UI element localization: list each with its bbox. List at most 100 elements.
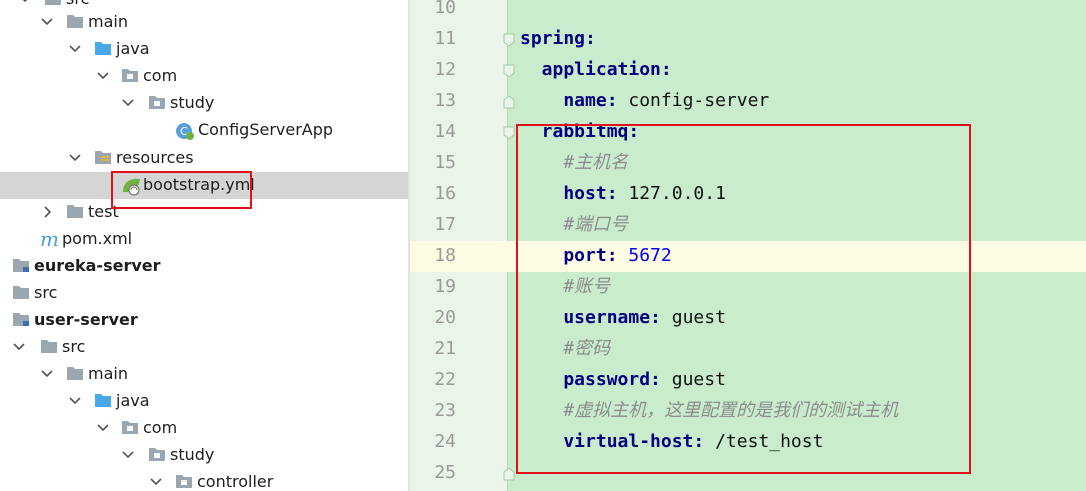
package-icon bbox=[121, 419, 139, 437]
tree-item-label: main bbox=[88, 12, 128, 31]
chevron-down-icon[interactable] bbox=[68, 392, 82, 410]
tree-item-src[interactable]: src bbox=[0, 334, 408, 361]
code-line-10[interactable]: 10 bbox=[410, 0, 1086, 24]
tree-item-main[interactable]: main bbox=[0, 361, 408, 388]
code-line-12[interactable]: 12 application: bbox=[410, 55, 1086, 86]
project-tree: srcmainjavacomstudyCConfigServerAppresou… bbox=[0, 0, 408, 491]
code-text: name: config-server bbox=[520, 89, 769, 113]
folder-icon bbox=[40, 338, 58, 356]
yaml-key: : bbox=[585, 28, 596, 49]
yaml-key: name bbox=[520, 90, 607, 111]
package-icon bbox=[121, 67, 139, 85]
fold-marker-icon[interactable] bbox=[503, 125, 515, 140]
source-folder-icon bbox=[94, 40, 112, 58]
line-number: 12 bbox=[434, 59, 456, 80]
line-number: 13 bbox=[434, 90, 456, 111]
fold-marker-icon[interactable] bbox=[503, 466, 515, 481]
chevron-down-icon[interactable] bbox=[121, 446, 135, 464]
tree-item-java[interactable]: java bbox=[0, 36, 408, 63]
tree-item-controller[interactable]: controller bbox=[0, 469, 408, 491]
folder-icon bbox=[66, 203, 84, 221]
folder-icon bbox=[66, 13, 84, 31]
code-text: application: bbox=[520, 58, 672, 82]
fold-marker-icon[interactable] bbox=[503, 32, 515, 47]
fold-marker-icon[interactable] bbox=[503, 94, 515, 109]
line-number: 25 bbox=[434, 462, 456, 483]
tree-item-label: main bbox=[88, 364, 128, 383]
tree-item-label: java bbox=[116, 391, 150, 410]
spring-boot-class-icon: C bbox=[175, 121, 194, 140]
tree-item-study[interactable]: study bbox=[0, 442, 408, 469]
chevron-down-icon[interactable] bbox=[96, 419, 110, 437]
yaml-key: : bbox=[660, 59, 672, 80]
chevron-right-icon[interactable] bbox=[40, 203, 54, 221]
tree-item-label: study bbox=[170, 93, 215, 112]
line-number: 23 bbox=[434, 400, 456, 421]
package-icon bbox=[148, 446, 166, 464]
highlight-box-bootstrap-file bbox=[111, 171, 252, 209]
tree-item-configserverapp[interactable]: C ConfigServerApp bbox=[0, 117, 408, 144]
fold-marker-icon[interactable] bbox=[503, 63, 515, 78]
chevron-down-icon[interactable] bbox=[40, 13, 54, 31]
folder-icon bbox=[66, 365, 84, 383]
line-number: 11 bbox=[434, 28, 456, 49]
folder-icon bbox=[12, 284, 30, 302]
chevron-down-icon[interactable] bbox=[68, 149, 82, 167]
module-icon bbox=[12, 311, 30, 329]
line-number: 24 bbox=[434, 431, 456, 452]
chevron-down-icon[interactable] bbox=[40, 365, 54, 383]
line-number: 14 bbox=[434, 121, 456, 142]
chevron-down-icon[interactable] bbox=[149, 473, 163, 491]
line-number: 20 bbox=[434, 307, 456, 328]
tree-item-label: com bbox=[143, 66, 178, 85]
line-number: 22 bbox=[434, 369, 456, 390]
tree-item-main[interactable]: main bbox=[0, 9, 408, 36]
maven-icon: m bbox=[40, 227, 59, 251]
line-number: 18 bbox=[434, 245, 456, 266]
package-icon bbox=[148, 94, 166, 112]
line-number: 21 bbox=[434, 338, 456, 359]
tree-item-com[interactable]: com bbox=[0, 415, 408, 442]
module-icon bbox=[12, 257, 30, 275]
tree-item-label: resources bbox=[116, 148, 194, 167]
tree-item-label: pom.xml bbox=[62, 229, 133, 248]
chevron-down-icon[interactable] bbox=[121, 94, 135, 112]
tree-item-eureka-server[interactable]: eureka-server bbox=[0, 253, 408, 280]
source-folder-icon bbox=[94, 392, 112, 410]
tree-item-study[interactable]: study bbox=[0, 90, 408, 117]
tree-item-label: eureka-server bbox=[34, 256, 161, 275]
resources-folder-icon bbox=[94, 149, 112, 167]
tree-item-label: java bbox=[116, 39, 150, 58]
tree-item-label: src bbox=[34, 283, 58, 302]
tree-item-label: user-server bbox=[34, 310, 138, 329]
tree-item-label: controller bbox=[197, 472, 274, 491]
tree-item-resources[interactable]: resources bbox=[0, 145, 408, 172]
tree-item-src[interactable]: src bbox=[0, 280, 408, 307]
yaml-key: spring bbox=[520, 28, 586, 49]
line-number: 16 bbox=[434, 183, 456, 204]
tree-item-label: ConfigServerApp bbox=[198, 120, 334, 139]
tree-item-java[interactable]: java bbox=[0, 388, 408, 415]
tree-item-label: com bbox=[143, 418, 178, 437]
line-number: 17 bbox=[434, 214, 456, 235]
line-number: 15 bbox=[434, 152, 456, 173]
folder-icon bbox=[44, 0, 62, 8]
tree-item-label: study bbox=[170, 445, 215, 464]
tree-item-pom-xml[interactable]: m pom.xml bbox=[0, 226, 408, 253]
tree-item-label: src bbox=[62, 337, 86, 356]
line-number: 10 bbox=[434, 0, 456, 18]
chevron-down-icon[interactable] bbox=[12, 338, 26, 356]
highlight-box-rabbitmq-config bbox=[516, 124, 971, 474]
chevron-down-icon[interactable] bbox=[96, 67, 110, 85]
chevron-down-icon[interactable] bbox=[68, 40, 82, 58]
package-icon bbox=[175, 473, 193, 491]
yaml-key: application bbox=[520, 59, 661, 80]
code-line-13[interactable]: 13 name: config-server bbox=[410, 86, 1086, 117]
code-text: spring: bbox=[520, 27, 596, 51]
tree-item-user-server[interactable]: user-server bbox=[0, 307, 408, 334]
chevron-down-icon[interactable] bbox=[18, 0, 32, 8]
code-line-11[interactable]: 11 spring: bbox=[410, 24, 1086, 55]
line-number: 19 bbox=[434, 276, 456, 297]
yaml-key: : bbox=[606, 90, 618, 111]
tree-item-com[interactable]: com bbox=[0, 63, 408, 90]
